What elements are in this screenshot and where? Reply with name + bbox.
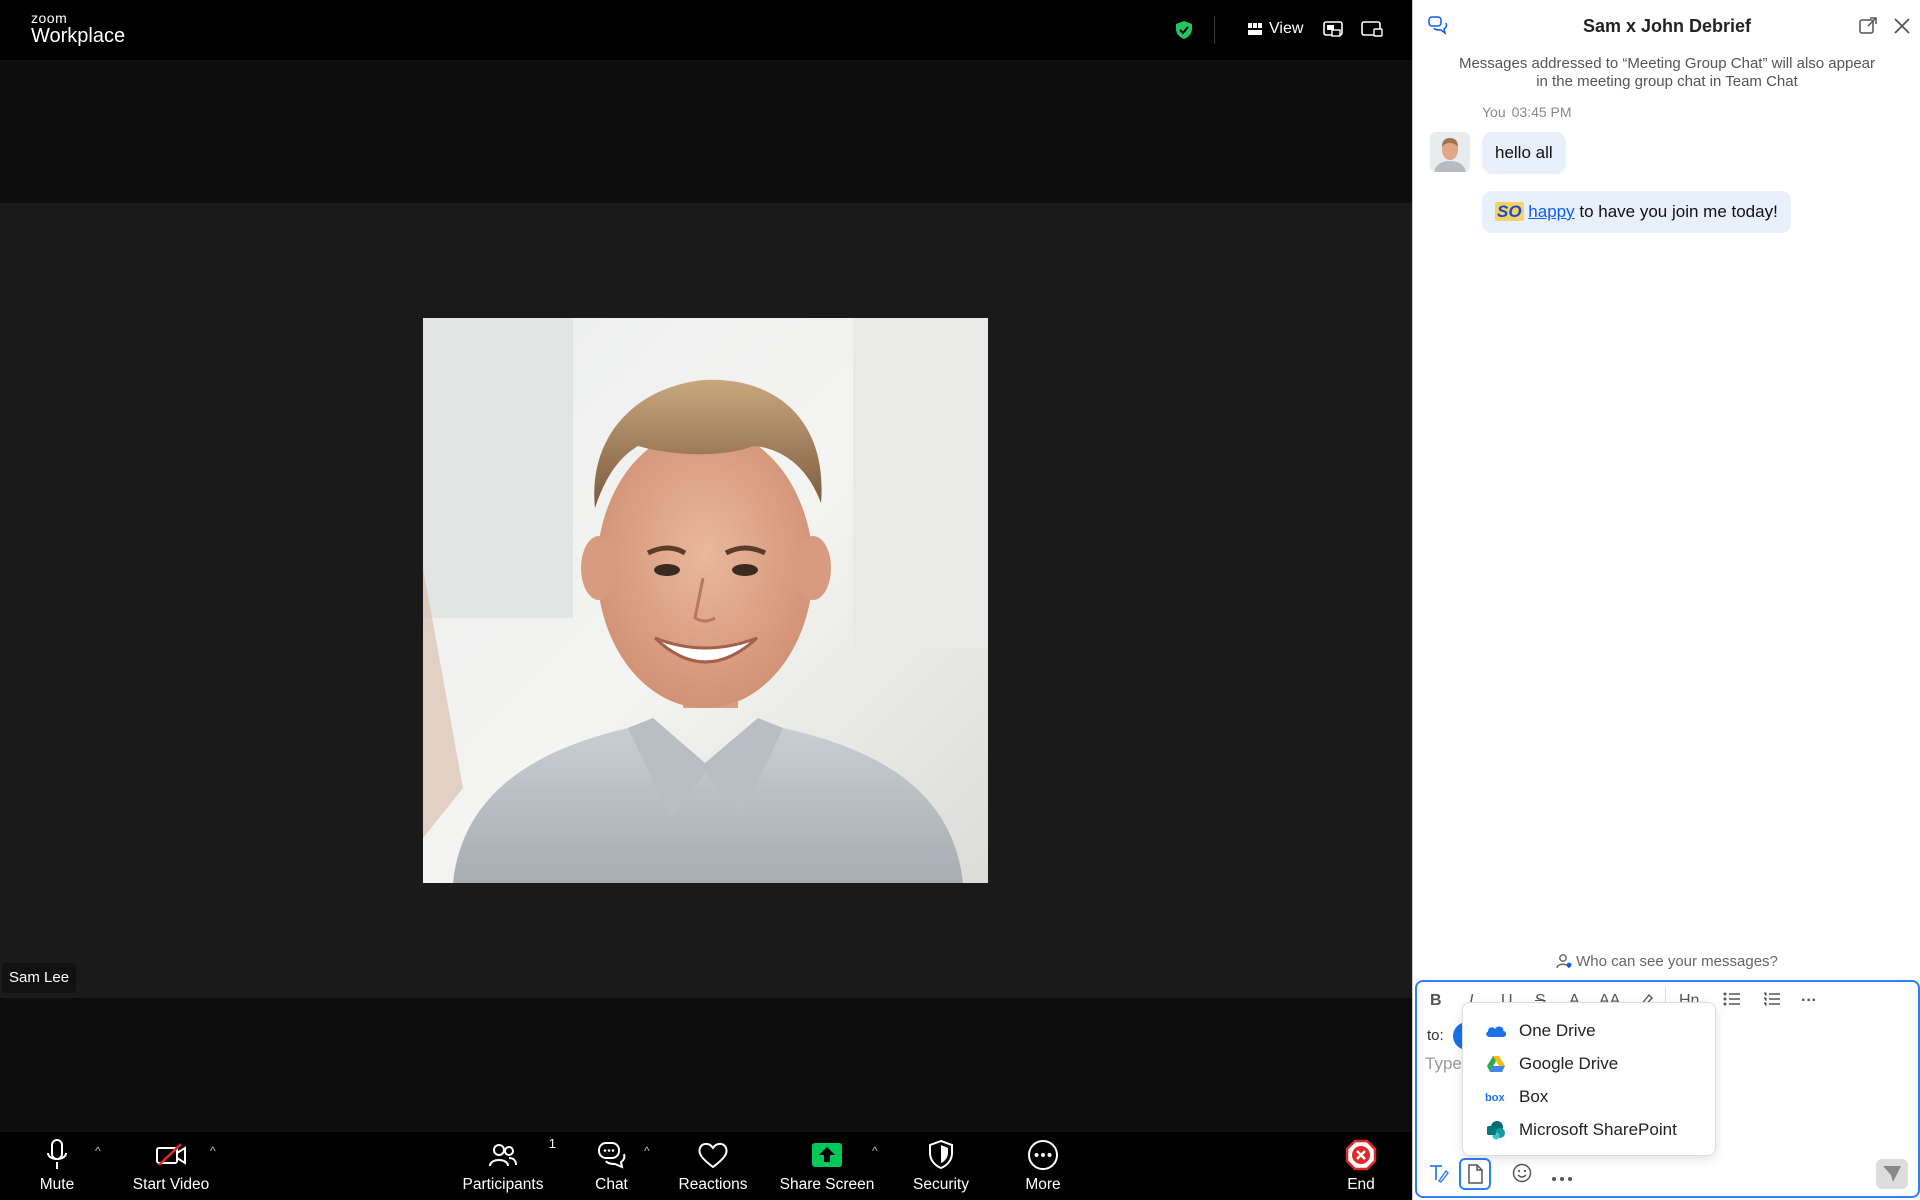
video-off-icon (156, 1143, 186, 1166)
end-meeting-button[interactable]: End (1341, 1138, 1381, 1194)
picture-in-picture-icon[interactable] (1323, 21, 1343, 44)
onedrive-icon (1485, 1024, 1507, 1038)
end-label: End (1347, 1176, 1375, 1193)
menu-item-sharepoint[interactable]: Microsoft SharePoint (1463, 1113, 1715, 1146)
participant-video-photo (423, 318, 988, 883)
close-icon[interactable] (1893, 17, 1911, 40)
bullet-list-icon[interactable] (1723, 992, 1741, 1011)
message-text: hello all (1495, 143, 1553, 162)
chat-title: Sam x John Debrief (1582, 16, 1752, 36)
composer-actions (1417, 1157, 1918, 1195)
recipient-label: to: (1427, 1027, 1444, 1044)
participant-name-tag: Sam Lee (2, 963, 77, 993)
google-drive-icon (1485, 1055, 1507, 1073)
encryption-shield-icon[interactable] (1174, 20, 1194, 45)
audio-options-caret-icon[interactable]: ^ (95, 1144, 101, 1158)
message-bubble[interactable]: hello all (1482, 132, 1566, 174)
participants-count-badge: 1 (548, 1136, 556, 1151)
start-video-label: Start Video (132, 1176, 210, 1193)
menu-item-label: One Drive (1519, 1020, 1596, 1040)
message-bubble[interactable]: SO happy to have you join me today! (1482, 191, 1791, 233)
message-link[interactable]: happy (1528, 202, 1574, 221)
video-strip-bottom (0, 998, 1412, 1132)
who-can-see-link[interactable]: Who can see your messages? (1413, 953, 1920, 970)
file-source-menu: One Drive Google Drive box Box Microsoft… (1462, 1002, 1716, 1156)
meeting-area: zoom Workplace View Sam Lee Mute ^ Start… (0, 0, 1412, 1200)
menu-item-label: Microsoft SharePoint (1519, 1119, 1677, 1139)
share-screen-label: Share Screen (779, 1176, 875, 1193)
share-screen-icon (812, 1143, 842, 1167)
video-options-caret-icon[interactable]: ^ (210, 1144, 216, 1158)
message-text: to have you join me today! (1574, 202, 1778, 221)
who-can-see-text: Who can see your messages? (1576, 953, 1778, 970)
person-icon (1556, 954, 1572, 969)
microphone-icon (47, 1139, 67, 1169)
chat-options-caret-icon[interactable]: ^ (644, 1144, 650, 1158)
chat-label: Chat (595, 1176, 628, 1193)
menu-item-label: Google Drive (1519, 1053, 1619, 1073)
avatar[interactable] (1430, 132, 1470, 172)
mute-button[interactable]: Mute (26, 1138, 88, 1194)
meeting-toolbar: Mute ^ Start Video ^ 1 Participants Chat… (0, 1132, 1412, 1200)
share-options-caret-icon[interactable]: ^ (872, 1144, 878, 1158)
logo-bottom-text: Workplace (31, 25, 126, 47)
bold-button[interactable]: B (1430, 992, 1442, 1010)
meeting-top-bar: zoom Workplace View (0, 0, 1412, 60)
send-button[interactable] (1876, 1159, 1908, 1189)
chat-notice: Messages addressed to “Meeting Group Cha… (1458, 55, 1876, 90)
sharepoint-icon (1485, 1120, 1507, 1140)
more-options-icon[interactable] (1551, 1169, 1573, 1187)
window-layout-icon[interactable] (1361, 21, 1383, 44)
security-shield-icon (929, 1140, 953, 1170)
more-button[interactable]: More (1018, 1138, 1068, 1194)
grid-icon (1248, 23, 1262, 35)
end-icon (1345, 1139, 1377, 1171)
chat-button[interactable]: Chat (584, 1138, 639, 1194)
message-sender: You (1482, 104, 1506, 120)
view-button[interactable]: View (1248, 20, 1303, 38)
menu-item-onedrive[interactable]: One Drive (1463, 1014, 1715, 1047)
start-video-button[interactable]: Start Video (126, 1138, 216, 1194)
file-attach-button[interactable] (1459, 1158, 1491, 1190)
message-time: 03:45 PM (1511, 104, 1572, 120)
logo-top-text: zoom (31, 10, 68, 26)
more-icon (1028, 1140, 1058, 1170)
message-placeholder[interactable]: Type (1425, 1054, 1462, 1074)
reactions-label: Reactions (678, 1176, 748, 1193)
send-icon (1883, 1166, 1901, 1182)
reactions-button[interactable]: Reactions (676, 1138, 750, 1194)
security-button[interactable]: Security (908, 1138, 974, 1194)
mute-label: Mute (39, 1176, 75, 1193)
svg-text:box: box (1485, 1092, 1505, 1103)
more-label: More (1025, 1176, 1061, 1193)
box-icon: box (1485, 1091, 1507, 1103)
participants-label: Participants (462, 1176, 544, 1193)
participants-icon (489, 1144, 517, 1167)
format-toggle-icon[interactable] (1427, 1162, 1449, 1189)
security-label: Security (913, 1176, 969, 1193)
more-format-button[interactable]: ··· (1801, 992, 1817, 1010)
chat-header: Sam x John Debrief (1413, 0, 1920, 52)
message-meta: You 03:45 PM (1482, 104, 1572, 120)
app-logo: zoom Workplace (31, 11, 125, 47)
emoji-icon[interactable] (1511, 1162, 1533, 1189)
chat-icon (597, 1142, 625, 1169)
menu-item-google-drive[interactable]: Google Drive (1463, 1047, 1715, 1080)
video-strip-top (0, 60, 1412, 203)
share-screen-button[interactable]: Share Screen (776, 1138, 878, 1194)
top-bar-divider (1214, 16, 1215, 44)
numbered-list-icon[interactable] (1763, 992, 1781, 1011)
view-label: View (1269, 20, 1304, 37)
menu-item-label: Box (1519, 1086, 1549, 1106)
participants-button[interactable]: 1 Participants (458, 1136, 557, 1194)
popout-icon[interactable] (1859, 17, 1877, 40)
emphasis-text: SO (1495, 202, 1524, 221)
file-icon (1468, 1164, 1483, 1184)
menu-item-box[interactable]: box Box (1463, 1080, 1715, 1113)
heart-icon (698, 1142, 728, 1169)
